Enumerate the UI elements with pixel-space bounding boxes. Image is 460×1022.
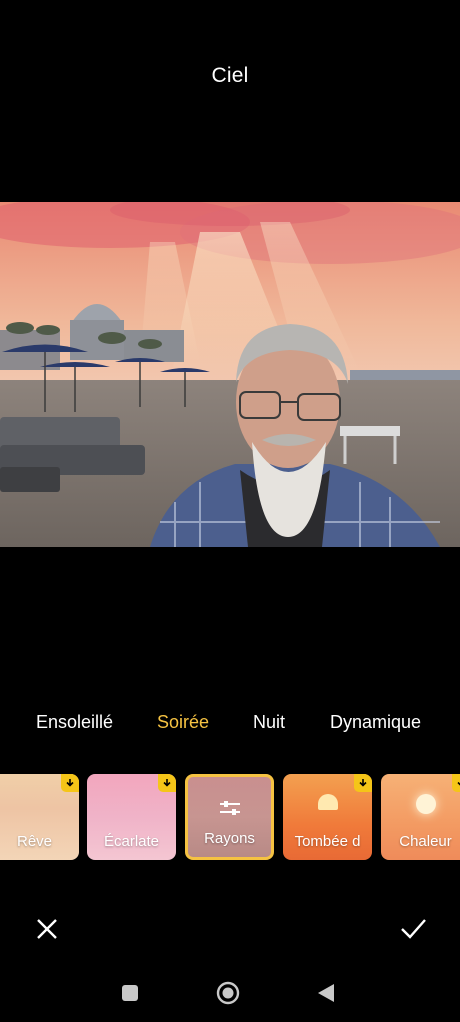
filter-tombee[interactable]: Tombée d: [283, 774, 372, 860]
tab-nuit[interactable]: Nuit: [253, 712, 285, 733]
recents-button[interactable]: [117, 980, 143, 1006]
filter-ecarlate[interactable]: Écarlate: [87, 774, 176, 860]
download-icon: [452, 774, 460, 792]
page-title: Ciel: [211, 64, 249, 87]
recents-square-icon: [122, 985, 138, 1001]
sky-category-tabs: Ensoleillé Soirée Nuit Dynamique: [0, 712, 460, 738]
home-circle-icon: [216, 981, 240, 1005]
download-icon: [61, 774, 79, 792]
sky-filter-strip: Rêve Écarlate Rayons Tombée d Chaleur: [0, 772, 460, 862]
close-icon: [37, 919, 57, 939]
tab-dynamique[interactable]: Dynamique: [330, 712, 421, 733]
confirm-button[interactable]: [398, 914, 428, 944]
filter-label: Écarlate: [103, 833, 160, 850]
sun-icon: [416, 794, 436, 814]
back-button[interactable]: [313, 980, 339, 1006]
filter-label: Rêve: [16, 833, 53, 850]
filter-label: Chaleur: [399, 833, 452, 850]
filter-label: Rayons: [204, 830, 255, 847]
system-navigation-bar: [0, 980, 460, 1010]
back-triangle-icon: [318, 984, 334, 1002]
filter-rayons[interactable]: Rayons: [185, 774, 274, 860]
download-icon: [354, 774, 372, 792]
cancel-button[interactable]: [32, 914, 62, 944]
sun-icon: [318, 794, 338, 810]
tab-soiree[interactable]: Soirée: [157, 712, 209, 733]
filter-label: Tombée d: [294, 833, 361, 850]
check-icon: [401, 919, 426, 939]
download-icon: [158, 774, 176, 792]
filter-chaleur[interactable]: Chaleur: [381, 774, 460, 860]
edited-photo: [0, 202, 460, 547]
filter-reve[interactable]: Rêve: [0, 774, 79, 860]
sliders-icon: [188, 799, 271, 817]
tab-ensoleille[interactable]: Ensoleillé: [36, 712, 113, 733]
home-button[interactable]: [215, 980, 241, 1006]
